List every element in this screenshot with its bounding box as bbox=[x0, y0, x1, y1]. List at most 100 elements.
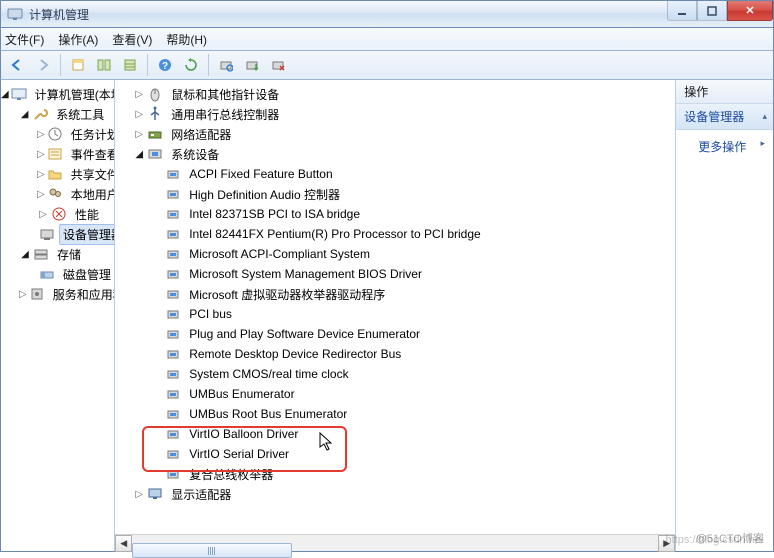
close-button[interactable]: ✕ bbox=[727, 1, 773, 21]
tree-local-users[interactable]: ▷ 本地用户和组 bbox=[37, 184, 114, 204]
menubar: 文件(F) 操作(A) 查看(V) 帮助(H) bbox=[0, 28, 774, 50]
device-label: UMBus Enumerator bbox=[185, 385, 298, 403]
expand-icon[interactable]: ▷ bbox=[37, 189, 45, 200]
tree-label: 存储 bbox=[53, 244, 85, 265]
device-item[interactable]: Intel 82371SB PCI to ISA bridge bbox=[151, 204, 675, 224]
menu-view[interactable]: 查看(V) bbox=[112, 31, 152, 48]
horizontal-scrollbar[interactable]: ◀ ▶ bbox=[115, 534, 675, 551]
device-item[interactable]: Microsoft ACPI-Compliant System bbox=[151, 244, 675, 264]
cat-mouse[interactable]: ▷ 鼠标和其他指针设备 bbox=[133, 84, 675, 104]
cat-usb[interactable]: ▷通用串行总线控制器 bbox=[133, 104, 675, 124]
sysdev-icon bbox=[147, 146, 163, 162]
tree-label: 服务和应用程序 bbox=[49, 284, 116, 305]
expand-icon[interactable]: ▷ bbox=[133, 489, 145, 500]
forward-button[interactable] bbox=[31, 53, 55, 77]
expand-icon[interactable]: ▷ bbox=[37, 129, 45, 140]
expand-icon[interactable]: ▷ bbox=[37, 149, 45, 160]
update-driver-icon[interactable] bbox=[240, 53, 264, 77]
chip-icon bbox=[165, 306, 181, 322]
expand-icon[interactable]: ▷ bbox=[19, 289, 27, 300]
view-columns-icon[interactable] bbox=[92, 53, 116, 77]
collapse-icon[interactable]: ◢ bbox=[19, 249, 31, 260]
tree-task-scheduler[interactable]: ▷任务计划程序 bbox=[37, 124, 114, 144]
cat-label: 系统设备 bbox=[167, 144, 223, 165]
device-item[interactable]: ACPI Fixed Feature Button bbox=[151, 164, 675, 184]
tree-label: 共享文件夹 bbox=[67, 164, 116, 185]
tree-label: 本地用户和组 bbox=[67, 184, 116, 205]
mouse-icon bbox=[147, 86, 163, 102]
tree-label: 系统工具 bbox=[52, 104, 108, 125]
services-icon bbox=[29, 286, 45, 302]
device-item[interactable]: VirtIO Balloon Driver bbox=[151, 424, 675, 444]
network-icon bbox=[147, 126, 163, 142]
left-tree-pane[interactable]: ◢ 计算机管理(本地) ◢ 系统工具 ▷任务计划程序 ▷事件查看器 ▷ 共享文件夹… bbox=[1, 80, 115, 551]
device-item[interactable]: PCI bus bbox=[151, 304, 675, 324]
device-item[interactable]: System CMOS/real time clock bbox=[151, 364, 675, 384]
tree-shared-folders[interactable]: ▷ 共享文件夹 bbox=[37, 164, 114, 184]
expand-icon[interactable]: ▷ bbox=[37, 209, 49, 220]
help-icon[interactable]: ? bbox=[153, 53, 177, 77]
cat-label: 鼠标和其他指针设备 bbox=[167, 84, 283, 105]
back-button[interactable] bbox=[5, 53, 29, 77]
chip-icon bbox=[165, 226, 181, 242]
device-label: Intel 82441FX Pentium(R) Pro Processor t… bbox=[185, 225, 484, 243]
scan-hardware-icon[interactable] bbox=[214, 53, 238, 77]
tree-root[interactable]: ◢ 计算机管理(本地) bbox=[1, 84, 114, 104]
perf-icon bbox=[51, 206, 67, 222]
device-item[interactable]: Microsoft System Management BIOS Driver bbox=[151, 264, 675, 284]
tree-label: 设备管理器 bbox=[59, 224, 115, 245]
menu-help[interactable]: 帮助(H) bbox=[166, 31, 207, 48]
users-icon bbox=[47, 186, 63, 202]
menu-file[interactable]: 文件(F) bbox=[5, 31, 44, 48]
device-item[interactable]: UMBus Root Bus Enumerator bbox=[151, 404, 675, 424]
device-item[interactable]: UMBus Enumerator bbox=[151, 384, 675, 404]
tree-services[interactable]: ▷ 服务和应用程序 bbox=[19, 284, 114, 304]
computer-mgmt-icon bbox=[11, 86, 27, 102]
tree-storage[interactable]: ◢ 存储 bbox=[19, 244, 114, 264]
maximize-button[interactable] bbox=[697, 1, 727, 21]
scroll-left-button[interactable]: ◀ bbox=[115, 535, 132, 552]
tree-system-tools[interactable]: ◢ 系统工具 bbox=[19, 104, 114, 124]
expand-icon[interactable]: ▷ bbox=[133, 129, 145, 140]
more-actions-link[interactable]: 更多操作 bbox=[676, 130, 773, 163]
folder-share-icon bbox=[47, 166, 63, 182]
uninstall-icon[interactable] bbox=[266, 53, 290, 77]
app-icon bbox=[7, 6, 23, 22]
menu-action[interactable]: 操作(A) bbox=[58, 31, 98, 48]
svg-text:?: ? bbox=[162, 61, 168, 72]
device-item[interactable]: VirtIO Serial Driver bbox=[151, 444, 675, 464]
device-label: High Definition Audio 控制器 bbox=[185, 184, 344, 205]
device-label: UMBus Root Bus Enumerator bbox=[185, 405, 351, 423]
expand-icon[interactable]: ▷ bbox=[133, 89, 145, 100]
cat-display[interactable]: ▷显示适配器 bbox=[133, 484, 675, 504]
expand-icon[interactable]: ▷ bbox=[37, 169, 45, 180]
collapse-icon[interactable]: ◢ bbox=[1, 89, 9, 100]
cat-network[interactable]: ▷网络适配器 bbox=[133, 124, 675, 144]
device-tree-scroll[interactable]: ▷ 鼠标和其他指针设备 ▷通用串行总线控制器 ▷网络适配器 ◢ 系统设备 ACPI … bbox=[115, 80, 675, 534]
minimize-button[interactable] bbox=[667, 1, 697, 21]
device-item[interactable]: High Definition Audio 控制器 bbox=[151, 184, 675, 204]
device-item[interactable]: Remote Desktop Device Redirector Bus bbox=[151, 344, 675, 364]
cat-system-devices[interactable]: ◢ 系统设备 bbox=[133, 144, 675, 164]
tree-disk-mgmt[interactable]: 磁盘管理 bbox=[37, 264, 114, 284]
tree-device-manager[interactable]: 设备管理器 bbox=[37, 224, 114, 244]
device-item[interactable]: Plug and Play Software Device Enumerator bbox=[151, 324, 675, 344]
actions-sub-header[interactable]: 设备管理器 bbox=[676, 104, 773, 130]
chip-icon bbox=[165, 326, 181, 342]
chip-icon bbox=[165, 246, 181, 262]
collapse-icon[interactable]: ◢ bbox=[133, 149, 145, 160]
device-label: Microsoft System Management BIOS Driver bbox=[185, 265, 426, 283]
tree-event-viewer[interactable]: ▷事件查看器 bbox=[37, 144, 114, 164]
collapse-icon[interactable]: ◢ bbox=[19, 109, 30, 120]
tree-performance[interactable]: ▷性能 bbox=[37, 204, 114, 224]
chip-icon bbox=[165, 426, 181, 442]
expand-icon[interactable]: ▷ bbox=[133, 109, 145, 120]
device-item[interactable]: 复合总线枚举器 bbox=[151, 464, 675, 484]
view-list-icon[interactable] bbox=[118, 53, 142, 77]
scroll-thumb[interactable] bbox=[132, 543, 292, 558]
device-item[interactable]: Microsoft 虚拟驱动器枚举器驱动程序 bbox=[151, 284, 675, 304]
display-icon bbox=[147, 486, 163, 502]
properties-icon[interactable] bbox=[66, 53, 90, 77]
refresh-icon[interactable] bbox=[179, 53, 203, 77]
device-item[interactable]: Intel 82441FX Pentium(R) Pro Processor t… bbox=[151, 224, 675, 244]
